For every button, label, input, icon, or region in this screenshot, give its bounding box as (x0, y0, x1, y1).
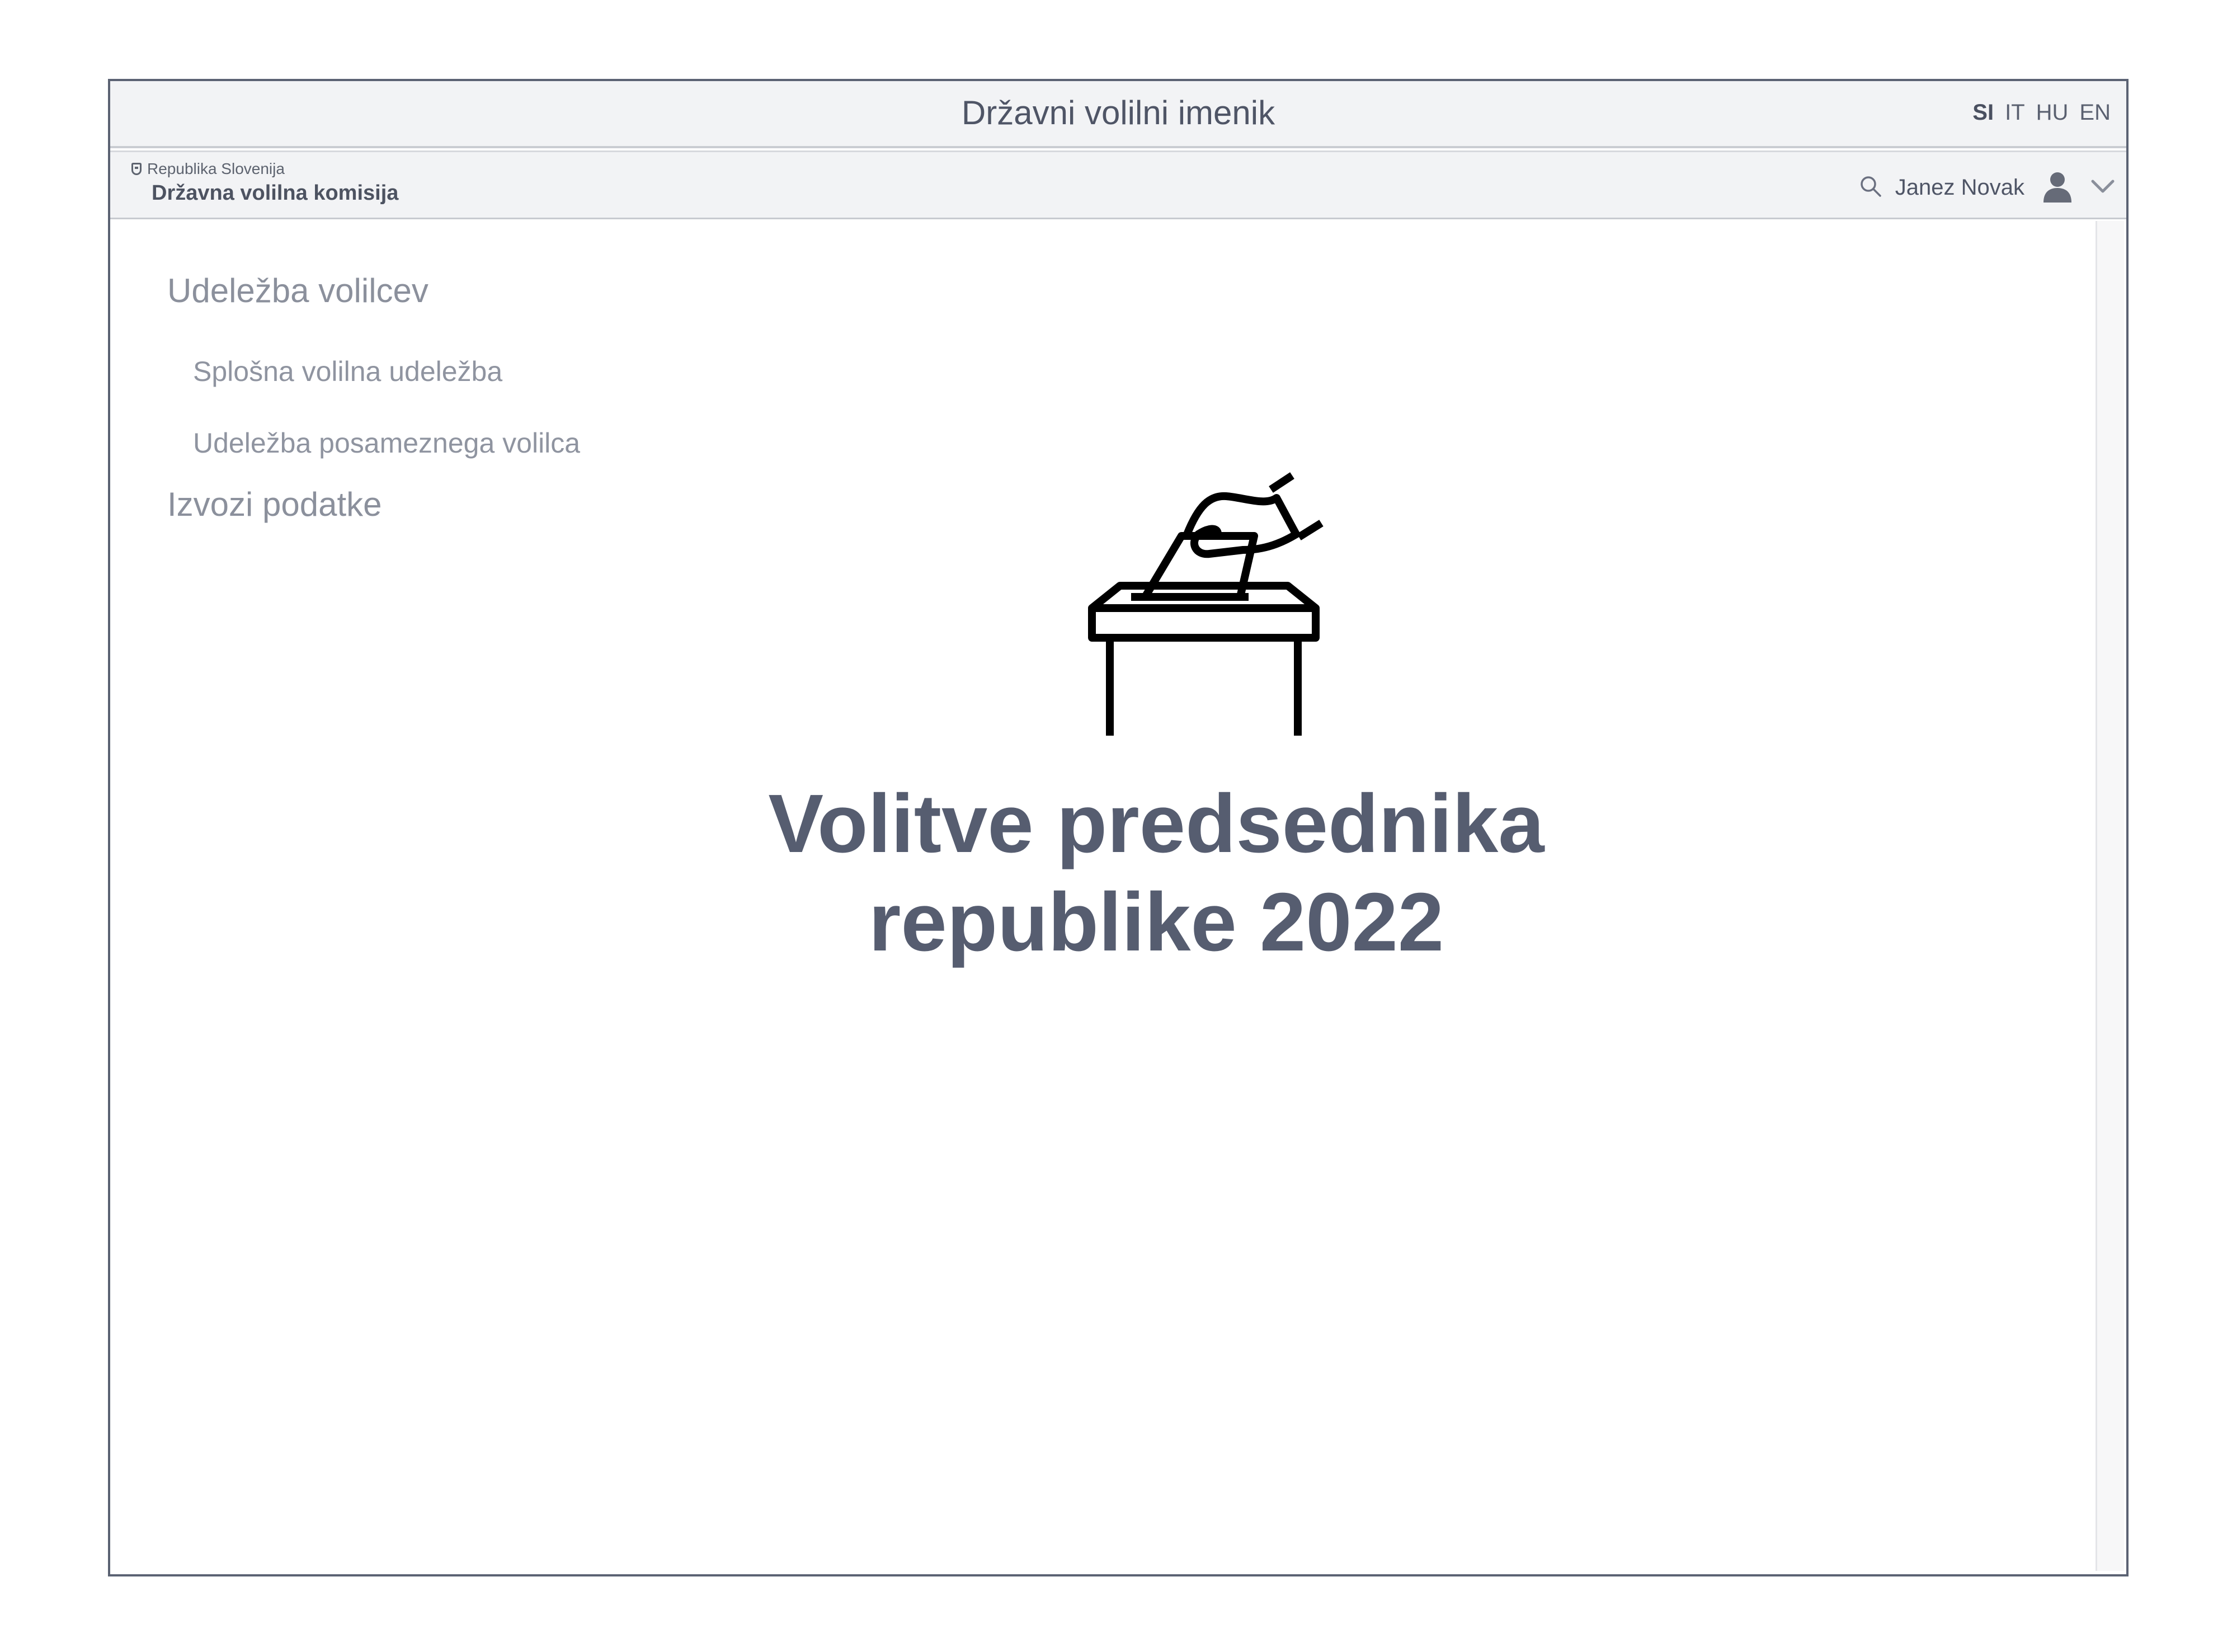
search-icon[interactable] (1858, 174, 1883, 201)
page-title-line-1: Volitve predsednika (768, 778, 1544, 870)
org-logo[interactable]: Republika Slovenija (131, 160, 285, 178)
chevron-down-icon[interactable] (2090, 178, 2115, 197)
page-title: Volitve predsednika republike 2022 (742, 775, 1570, 972)
org-name: Državna volilna komisija (152, 181, 399, 205)
title-bar: Državni volilni imenik SI IT HU EN (110, 81, 2126, 148)
lang-en[interactable]: EN (2079, 100, 2111, 125)
scrollbar[interactable] (2096, 221, 2124, 1571)
crest-icon (131, 163, 142, 175)
ballot-box-icon (1075, 450, 1383, 741)
user-icon[interactable] (2040, 169, 2075, 206)
lang-si[interactable]: SI (1972, 100, 1994, 125)
nav-item-splosna-udelezba[interactable]: Splošna volilna udeležba (193, 355, 502, 388)
lang-it[interactable]: IT (2005, 100, 2025, 125)
lang-hu[interactable]: HU (2036, 100, 2069, 125)
nav-item-izvozi-podatke[interactable]: Izvozi podatke (167, 485, 382, 524)
user-name[interactable]: Janez Novak (1895, 175, 2024, 200)
org-small-label: Republika Slovenija (147, 160, 285, 177)
page-title-line-2: republike 2022 (868, 876, 1444, 968)
app-title: Državni volilni imenik (961, 94, 1275, 131)
nav-item-udelezba-posameznega[interactable]: Udeležba posameznega volilca (193, 427, 580, 459)
user-area: Janez Novak (1858, 169, 2115, 206)
language-switcher: SI IT HU EN (1972, 100, 2111, 125)
app-window: Državni volilni imenik SI IT HU EN Repub… (108, 79, 2129, 1576)
header: Republika Slovenija Državna volilna komi… (110, 152, 2126, 219)
nav-item-udelezba-volilcev[interactable]: Udeležba volilcev (167, 271, 428, 310)
